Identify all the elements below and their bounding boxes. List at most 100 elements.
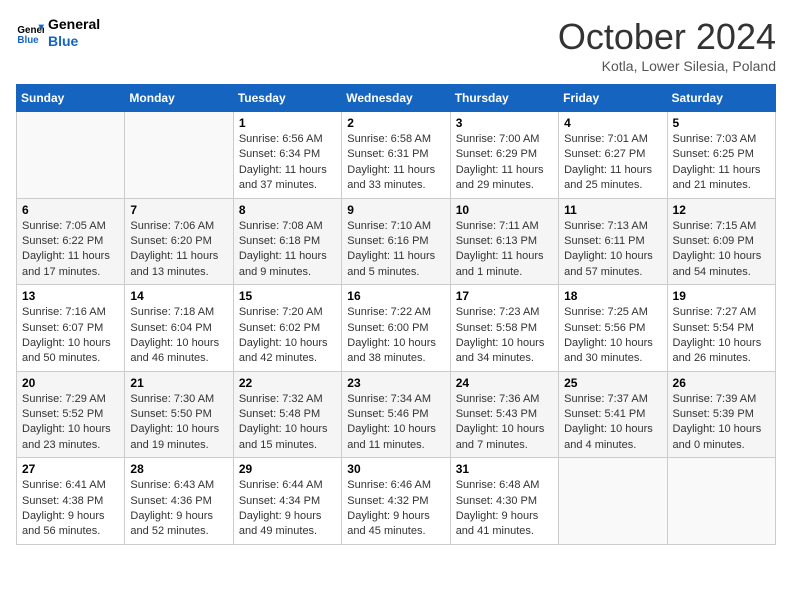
calendar-cell	[667, 458, 775, 545]
calendar-cell: 29 Sunrise: 6:44 AMSunset: 4:34 PMDaylig…	[233, 458, 341, 545]
page-header: General Blue General Blue October 2024 K…	[16, 16, 776, 74]
calendar-week-5: 27 Sunrise: 6:41 AMSunset: 4:38 PMDaylig…	[17, 458, 776, 545]
location: Kotla, Lower Silesia, Poland	[558, 58, 776, 74]
day-detail: Sunrise: 7:13 AMSunset: 6:11 PMDaylight:…	[564, 219, 661, 281]
day-number: 25	[564, 376, 661, 390]
day-detail: Sunrise: 7:39 AMSunset: 5:39 PMDaylight:…	[673, 392, 770, 454]
calendar-cell: 15 Sunrise: 7:20 AMSunset: 6:02 PMDaylig…	[233, 285, 341, 372]
header-sunday: Sunday	[17, 85, 125, 112]
logo-general: General	[48, 16, 100, 33]
calendar-cell: 7 Sunrise: 7:06 AMSunset: 6:20 PMDayligh…	[125, 198, 233, 285]
calendar-week-1: 1 Sunrise: 6:56 AMSunset: 6:34 PMDayligh…	[17, 112, 776, 199]
day-detail: Sunrise: 7:03 AMSunset: 6:25 PMDaylight:…	[673, 132, 770, 194]
day-number: 18	[564, 289, 661, 303]
day-detail: Sunrise: 7:15 AMSunset: 6:09 PMDaylight:…	[673, 219, 770, 281]
day-number: 2	[347, 116, 444, 130]
day-number: 24	[456, 376, 553, 390]
logo-blue: Blue	[48, 33, 100, 50]
day-detail: Sunrise: 7:00 AMSunset: 6:29 PMDaylight:…	[456, 132, 553, 194]
calendar-cell: 13 Sunrise: 7:16 AMSunset: 6:07 PMDaylig…	[17, 285, 125, 372]
day-number: 10	[456, 203, 553, 217]
day-detail: Sunrise: 6:46 AMSunset: 4:32 PMDaylight:…	[347, 478, 444, 540]
calendar-cell: 1 Sunrise: 6:56 AMSunset: 6:34 PMDayligh…	[233, 112, 341, 199]
calendar-cell: 6 Sunrise: 7:05 AMSunset: 6:22 PMDayligh…	[17, 198, 125, 285]
logo: General Blue General Blue	[16, 16, 100, 50]
day-detail: Sunrise: 7:27 AMSunset: 5:54 PMDaylight:…	[673, 305, 770, 367]
day-number: 7	[130, 203, 227, 217]
calendar-cell: 21 Sunrise: 7:30 AMSunset: 5:50 PMDaylig…	[125, 371, 233, 458]
day-number: 20	[22, 376, 119, 390]
day-number: 8	[239, 203, 336, 217]
calendar-cell: 16 Sunrise: 7:22 AMSunset: 6:00 PMDaylig…	[342, 285, 450, 372]
calendar-cell	[17, 112, 125, 199]
day-detail: Sunrise: 7:36 AMSunset: 5:43 PMDaylight:…	[456, 392, 553, 454]
day-number: 30	[347, 462, 444, 476]
calendar-week-3: 13 Sunrise: 7:16 AMSunset: 6:07 PMDaylig…	[17, 285, 776, 372]
day-detail: Sunrise: 7:22 AMSunset: 6:00 PMDaylight:…	[347, 305, 444, 367]
day-detail: Sunrise: 7:08 AMSunset: 6:18 PMDaylight:…	[239, 219, 336, 281]
day-number: 14	[130, 289, 227, 303]
day-detail: Sunrise: 7:34 AMSunset: 5:46 PMDaylight:…	[347, 392, 444, 454]
day-number: 28	[130, 462, 227, 476]
day-number: 9	[347, 203, 444, 217]
day-number: 6	[22, 203, 119, 217]
day-detail: Sunrise: 7:29 AMSunset: 5:52 PMDaylight:…	[22, 392, 119, 454]
calendar-cell: 19 Sunrise: 7:27 AMSunset: 5:54 PMDaylig…	[667, 285, 775, 372]
calendar-cell: 20 Sunrise: 7:29 AMSunset: 5:52 PMDaylig…	[17, 371, 125, 458]
day-number: 21	[130, 376, 227, 390]
day-number: 15	[239, 289, 336, 303]
header-friday: Friday	[559, 85, 667, 112]
calendar-cell: 3 Sunrise: 7:00 AMSunset: 6:29 PMDayligh…	[450, 112, 558, 199]
day-detail: Sunrise: 7:25 AMSunset: 5:56 PMDaylight:…	[564, 305, 661, 367]
day-detail: Sunrise: 6:48 AMSunset: 4:30 PMDaylight:…	[456, 478, 553, 540]
day-detail: Sunrise: 7:37 AMSunset: 5:41 PMDaylight:…	[564, 392, 661, 454]
day-detail: Sunrise: 7:05 AMSunset: 6:22 PMDaylight:…	[22, 219, 119, 281]
logo-icon: General Blue	[16, 19, 44, 47]
day-detail: Sunrise: 6:56 AMSunset: 6:34 PMDaylight:…	[239, 132, 336, 194]
calendar-cell: 23 Sunrise: 7:34 AMSunset: 5:46 PMDaylig…	[342, 371, 450, 458]
header-thursday: Thursday	[450, 85, 558, 112]
header-wednesday: Wednesday	[342, 85, 450, 112]
calendar-cell: 11 Sunrise: 7:13 AMSunset: 6:11 PMDaylig…	[559, 198, 667, 285]
day-number: 12	[673, 203, 770, 217]
day-number: 13	[22, 289, 119, 303]
svg-text:Blue: Blue	[17, 35, 39, 46]
calendar-cell	[559, 458, 667, 545]
day-number: 31	[456, 462, 553, 476]
header-tuesday: Tuesday	[233, 85, 341, 112]
header-saturday: Saturday	[667, 85, 775, 112]
calendar-cell: 17 Sunrise: 7:23 AMSunset: 5:58 PMDaylig…	[450, 285, 558, 372]
day-number: 26	[673, 376, 770, 390]
calendar-cell: 14 Sunrise: 7:18 AMSunset: 6:04 PMDaylig…	[125, 285, 233, 372]
day-detail: Sunrise: 7:32 AMSunset: 5:48 PMDaylight:…	[239, 392, 336, 454]
day-number: 22	[239, 376, 336, 390]
calendar-cell: 27 Sunrise: 6:41 AMSunset: 4:38 PMDaylig…	[17, 458, 125, 545]
calendar-cell: 28 Sunrise: 6:43 AMSunset: 4:36 PMDaylig…	[125, 458, 233, 545]
day-number: 23	[347, 376, 444, 390]
day-detail: Sunrise: 7:10 AMSunset: 6:16 PMDaylight:…	[347, 219, 444, 281]
calendar-cell: 31 Sunrise: 6:48 AMSunset: 4:30 PMDaylig…	[450, 458, 558, 545]
day-number: 5	[673, 116, 770, 130]
day-detail: Sunrise: 6:58 AMSunset: 6:31 PMDaylight:…	[347, 132, 444, 194]
day-number: 16	[347, 289, 444, 303]
calendar-cell: 4 Sunrise: 7:01 AMSunset: 6:27 PMDayligh…	[559, 112, 667, 199]
day-detail: Sunrise: 7:30 AMSunset: 5:50 PMDaylight:…	[130, 392, 227, 454]
calendar-header-row: Sunday Monday Tuesday Wednesday Thursday…	[17, 85, 776, 112]
calendar-cell	[125, 112, 233, 199]
day-number: 3	[456, 116, 553, 130]
day-number: 17	[456, 289, 553, 303]
header-monday: Monday	[125, 85, 233, 112]
calendar-cell: 25 Sunrise: 7:37 AMSunset: 5:41 PMDaylig…	[559, 371, 667, 458]
calendar-cell: 26 Sunrise: 7:39 AMSunset: 5:39 PMDaylig…	[667, 371, 775, 458]
calendar-week-2: 6 Sunrise: 7:05 AMSunset: 6:22 PMDayligh…	[17, 198, 776, 285]
day-detail: Sunrise: 7:16 AMSunset: 6:07 PMDaylight:…	[22, 305, 119, 367]
day-detail: Sunrise: 6:43 AMSunset: 4:36 PMDaylight:…	[130, 478, 227, 540]
day-number: 4	[564, 116, 661, 130]
month-title: October 2024	[558, 16, 776, 58]
day-number: 19	[673, 289, 770, 303]
calendar-week-4: 20 Sunrise: 7:29 AMSunset: 5:52 PMDaylig…	[17, 371, 776, 458]
day-detail: Sunrise: 7:23 AMSunset: 5:58 PMDaylight:…	[456, 305, 553, 367]
day-detail: Sunrise: 7:06 AMSunset: 6:20 PMDaylight:…	[130, 219, 227, 281]
calendar-cell: 30 Sunrise: 6:46 AMSunset: 4:32 PMDaylig…	[342, 458, 450, 545]
calendar-cell: 8 Sunrise: 7:08 AMSunset: 6:18 PMDayligh…	[233, 198, 341, 285]
